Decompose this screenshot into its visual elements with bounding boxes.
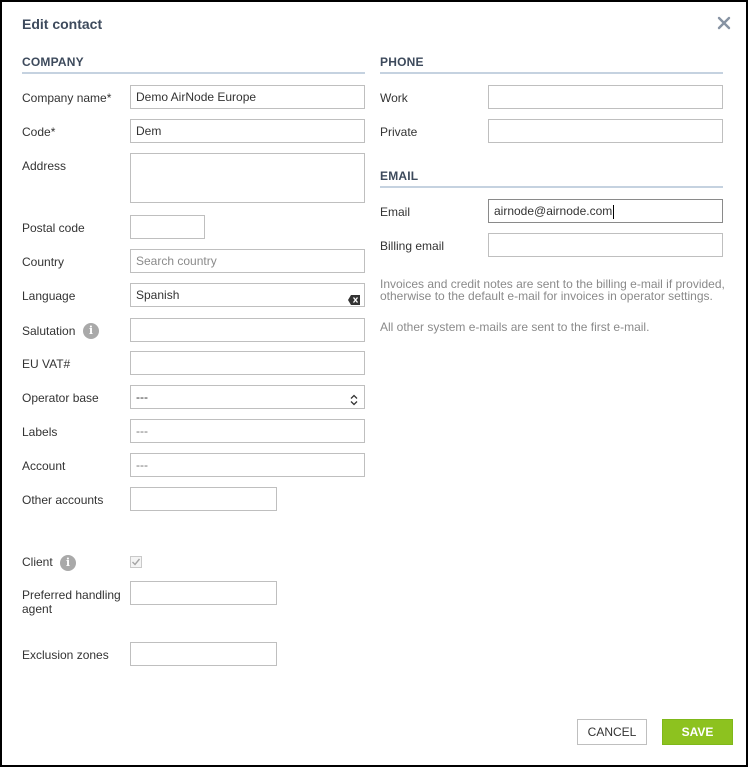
exclusion-zones-label: Exclusion zones bbox=[22, 648, 109, 662]
work-phone-label: Work bbox=[380, 91, 408, 105]
company-section-heading: COMPANY bbox=[22, 55, 84, 69]
account-input[interactable]: --- bbox=[130, 453, 365, 477]
account-label: Account bbox=[22, 459, 66, 473]
postal-code-input[interactable] bbox=[130, 215, 205, 239]
edit-contact-dialog: Edit contact COMPANY Company name* Demo … bbox=[0, 0, 748, 767]
language-select[interactable]: Spanish bbox=[130, 283, 365, 307]
email-section-heading: EMAIL bbox=[380, 169, 419, 183]
operator-base-value: --- bbox=[136, 390, 148, 404]
country-search-input[interactable]: Search country bbox=[130, 249, 365, 273]
private-phone-input[interactable] bbox=[488, 119, 723, 143]
billing-email-input[interactable] bbox=[488, 233, 723, 257]
cancel-button[interactable]: CANCEL bbox=[577, 719, 647, 745]
clear-input-icon[interactable] bbox=[348, 290, 360, 305]
code-label: Code* bbox=[22, 125, 56, 139]
exclusion-zones-input[interactable] bbox=[130, 642, 277, 666]
info-icon[interactable]: i bbox=[60, 555, 76, 571]
phone-section-heading: PHONE bbox=[380, 55, 424, 69]
email-label: Email bbox=[380, 205, 411, 219]
operator-base-label: Operator base bbox=[22, 391, 99, 405]
billing-email-label: Billing email bbox=[380, 239, 445, 253]
company-name-label: Company name* bbox=[22, 91, 112, 105]
labels-label: Labels bbox=[22, 425, 58, 439]
code-input[interactable]: Dem bbox=[130, 119, 365, 143]
client-label: Client bbox=[22, 555, 53, 569]
language-label: Language bbox=[22, 289, 76, 303]
system-email-note: All other system e-mails are sent to the… bbox=[380, 320, 650, 334]
preferred-handling-agent-label: Preferred handling agent bbox=[22, 588, 121, 616]
language-value: Spanish bbox=[136, 288, 180, 302]
text-cursor bbox=[613, 204, 615, 219]
postal-code-label: Postal code bbox=[22, 221, 85, 235]
save-button[interactable]: SAVE bbox=[662, 719, 733, 745]
phone-section-divider bbox=[380, 72, 723, 74]
salutation-label: Salutation bbox=[22, 324, 76, 338]
preferred-handling-agent-input[interactable] bbox=[130, 581, 277, 605]
private-phone-label: Private bbox=[380, 125, 418, 139]
close-icon[interactable] bbox=[716, 15, 732, 31]
labels-input[interactable]: --- bbox=[130, 419, 365, 443]
operator-base-select[interactable]: --- bbox=[130, 385, 365, 409]
salutation-input[interactable] bbox=[130, 318, 365, 342]
eu-vat-label: EU VAT# bbox=[22, 357, 71, 371]
country-label: Country bbox=[22, 255, 65, 269]
chevron-updown-icon bbox=[350, 391, 358, 406]
address-label: Address bbox=[22, 159, 67, 173]
dialog-title: Edit contact bbox=[22, 16, 103, 32]
company-section-divider bbox=[22, 72, 365, 74]
other-accounts-label: Other accounts bbox=[22, 493, 104, 507]
email-input[interactable]: airnode@airnode.com bbox=[488, 199, 723, 223]
billing-email-note: Invoices and credit notes are sent to th… bbox=[380, 277, 725, 303]
client-checkbox[interactable] bbox=[130, 556, 142, 568]
work-phone-input[interactable] bbox=[488, 85, 723, 109]
address-textarea[interactable] bbox=[130, 153, 365, 203]
email-section-divider bbox=[380, 186, 723, 188]
eu-vat-input[interactable] bbox=[130, 351, 365, 375]
email-value: airnode@airnode.com bbox=[494, 204, 613, 218]
company-name-input[interactable]: Demo AirNode Europe bbox=[130, 85, 365, 109]
info-icon[interactable]: i bbox=[83, 323, 99, 339]
other-accounts-input[interactable] bbox=[130, 487, 277, 511]
